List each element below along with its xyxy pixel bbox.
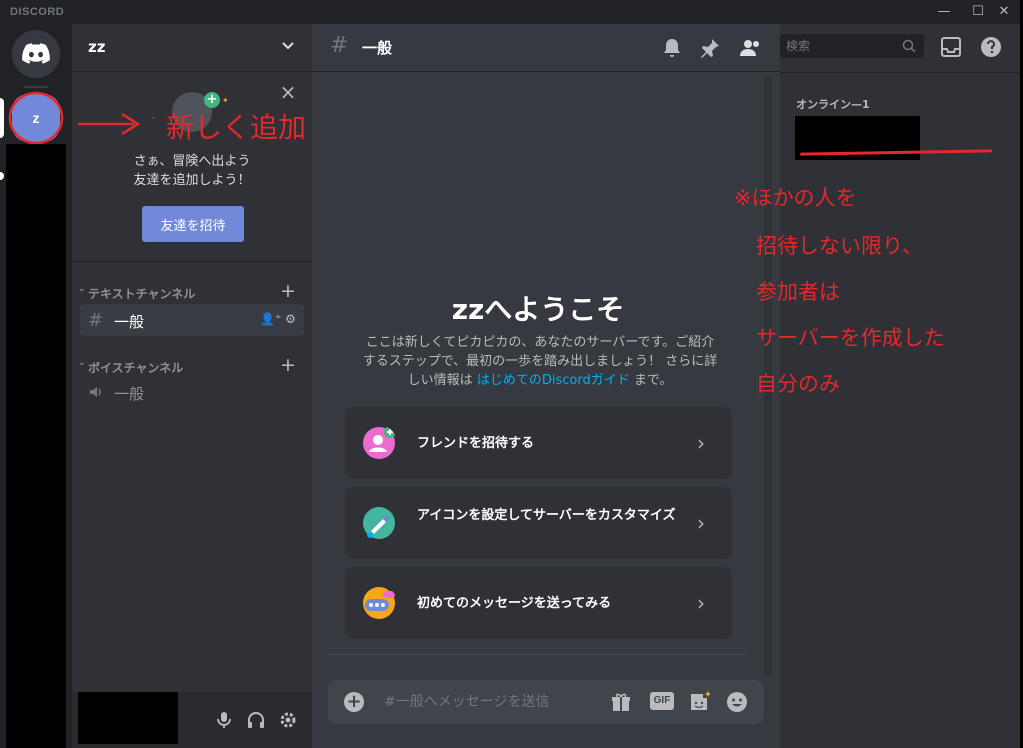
channel-name: 一般 [114,385,145,403]
welcome-line1: ここは新しくてピカピカの、あなたのサーバーです。ご紹介 [365,335,715,350]
bell-icon[interactable] [660,36,684,60]
customize-brush-icon [363,507,395,539]
first-message-card[interactable]: 初めてのメッセージを送ってみる › [345,567,732,639]
window-titlebar: DISCORD — ☐ ✕ [0,0,1023,24]
discord-guide-link[interactable]: はじめてのDiscordガイド [477,373,630,388]
search-box[interactable] [780,34,924,58]
welcome-line3: しい情報は はじめてのDiscordガイド まで。 [346,371,734,390]
collapse-arrow-icon: ⌄ [78,358,86,368]
invite-friends-button[interactable]: 友達を招待 [142,206,244,242]
gear-icon[interactable] [278,710,298,730]
redacted-user [78,692,178,744]
user-panel [72,692,312,748]
customize-server-card[interactable]: アイコンを設定してサーバーをカスタマイズ › [345,487,732,559]
minimize-button[interactable]: — [930,2,958,22]
arrow-annotation [78,112,141,136]
sticker-icon[interactable] [688,691,710,713]
note-line2: 招待しない限り、 [756,234,924,258]
category-label: テキストチャンネル [88,287,196,301]
welcome-line2: するステップで、最初の一歩を踏み出しましょう！ さらに詳 [362,354,718,369]
microphone-icon[interactable] [214,710,234,730]
welcome-line3-post: まで。 [633,373,673,388]
pin-icon[interactable] [698,36,722,60]
note-line1: ※ほかの人を [734,186,857,210]
chat-header: # 一般 [312,24,780,72]
chevron-right-icon: › [697,511,705,535]
collapse-arrow-icon: ⌄ [78,284,86,294]
chevron-down-icon [282,42,294,50]
card-label: フレンドを招待する [417,436,535,451]
guild-name: zz [88,38,106,56]
server-rail: z [0,24,72,748]
sparkle-icon: ✦ [222,96,229,105]
channel-item-general[interactable]: # 一般 👤⁺ ⚙ [80,304,304,336]
chevron-right-icon: › [697,591,705,615]
message-input[interactable] [384,680,604,724]
note-line5: 自分のみ [756,372,840,396]
online-count: オンライン—1 [796,98,870,111]
red-circle-annotation [8,91,64,145]
close-window-button[interactable]: ✕ [990,2,1018,22]
discord-logo-icon [22,43,50,64]
hash-icon: # [330,33,349,58]
gif-button[interactable]: GIF [650,692,674,710]
gift-icon[interactable] [610,691,632,713]
category-label: ボイスチャンネル [88,361,184,375]
header-divider [780,72,1020,73]
search-icon [902,39,916,53]
message-composer: + GIF [328,680,764,724]
help-icon[interactable] [980,36,1002,58]
app-brand: DISCORD [10,6,65,18]
headphones-icon[interactable] [246,710,266,730]
hash-icon: # [88,310,104,331]
chat-area: # 一般 zzへようこそ ここは新しくてピカピカの、あなたのサーバーです。ご紹介… [312,24,780,748]
voice-channel-general[interactable]: 一般 [80,376,304,408]
invite-friend-card[interactable]: フレンドを招待する › [345,407,732,479]
inbox-icon[interactable] [940,36,962,58]
welcome-title: zzへようこそ [451,293,625,326]
card-label: アイコンを設定してサーバーをカスタマイズ [417,508,676,523]
member-panel: オンライン—1 ※ほかの人を 招待しない限り、 参加者は サーバーを作成した 自… [734,24,1020,748]
emoji-icon[interactable] [726,691,748,713]
home-button[interactable] [12,30,60,78]
add-channel-icon[interactable]: + [280,354,296,376]
selected-server-pill [0,98,4,138]
voice-channel-category[interactable]: ⌄ ボイスチャンネル + [78,354,308,376]
channel-title: 一般 [362,39,393,57]
channel-name: 一般 [114,313,145,331]
guild-header[interactable]: zz [72,24,312,72]
welcome-description: ここは新しくてピカピカの、あなたのサーバーです。ご紹介 するステップで、最初の一… [346,333,734,390]
speaker-icon [90,387,101,397]
invite-member-icon[interactable]: 👤⁺ ⚙ [260,312,296,326]
close-icon[interactable]: × [278,82,298,102]
note-line4: サーバーを作成した [756,326,945,350]
invite-text: さぁ、冒険へ出よう 友達を追加しよう！ [92,152,292,190]
card-label: 初めてのメッセージを送ってみる [417,596,612,611]
unread-indicator [0,172,4,180]
upload-plus-button[interactable]: + [344,692,364,712]
welcome-line3-pre: しい情報は [407,373,473,388]
composer-divider [328,654,748,655]
first-message-icon [363,587,395,619]
text-channel-category[interactable]: ⌄ テキストチャンネル + [78,280,308,302]
note-line3: 参加者は [756,280,840,304]
maximize-button[interactable]: ☐ [964,2,992,22]
invite-panel: × + ✦ · さぁ、冒険へ出よう 友達を追加しよう！ 友達を招待 [72,72,312,262]
members-icon[interactable] [738,36,762,60]
invite-friend-icon [363,426,396,459]
invite-line2: 友達を追加しよう！ [133,173,251,188]
search-input[interactable] [786,34,896,58]
redacted-server-list [6,144,66,748]
invite-line1: さぁ、冒険へ出よう [133,154,251,169]
chevron-right-icon: › [697,431,705,455]
add-channel-icon[interactable]: + [280,280,296,302]
